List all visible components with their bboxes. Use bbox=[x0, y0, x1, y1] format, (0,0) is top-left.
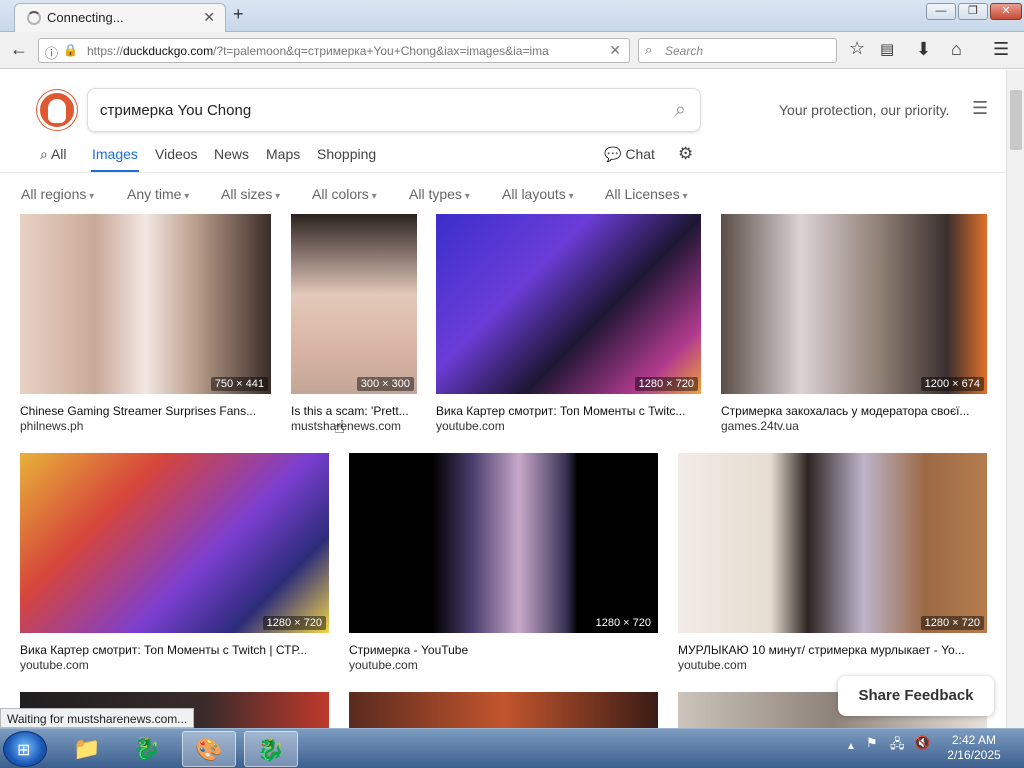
volume-muted-icon[interactable]: 🔇 bbox=[914, 735, 930, 751]
title-bar: Connecting... ✕ + — ❐ ✕ bbox=[0, 0, 1024, 32]
search-placeholder: Search bbox=[665, 44, 704, 58]
chat-icon: 💬 bbox=[604, 146, 622, 162]
result-source[interactable]: philnews.ph bbox=[20, 419, 271, 433]
search-icon: ⌕ bbox=[40, 146, 48, 162]
new-tab-icon[interactable]: + bbox=[233, 4, 244, 25]
image-thumbnail[interactable]: 1280 × 720 bbox=[20, 453, 329, 633]
reading-list-icon[interactable]: ▤ bbox=[880, 40, 894, 58]
image-thumbnail[interactable]: 750 × 441 bbox=[20, 214, 271, 394]
search-bar[interactable]: ⌕ Search bbox=[638, 38, 837, 63]
tab-maps[interactable]: Maps bbox=[266, 146, 300, 162]
url-text[interactable]: https://duckduckgo.com/?t=palemoon&q=стр… bbox=[87, 44, 577, 58]
filter-types[interactable]: All types bbox=[409, 186, 470, 202]
tab-all[interactable]: ⌕ All bbox=[40, 146, 67, 163]
close-window-button[interactable]: ✕ bbox=[990, 3, 1022, 20]
result-title[interactable]: Стримерка закохалась у модератора своєї.… bbox=[721, 404, 987, 418]
magnifier-icon[interactable]: ⌕ bbox=[675, 99, 686, 122]
tab-news[interactable]: News bbox=[214, 146, 249, 162]
image-thumbnail[interactable]: 1200 × 674 bbox=[721, 214, 987, 394]
duckduckgo-logo[interactable] bbox=[37, 90, 77, 130]
result-source[interactable]: games.24tv.ua bbox=[721, 419, 987, 433]
paint-app-icon[interactable]: 🎨 bbox=[182, 731, 236, 767]
tab-chat[interactable]: 💬 Chat bbox=[604, 146, 655, 163]
filter-licenses[interactable]: All Licenses bbox=[605, 186, 688, 202]
browser-tab[interactable]: Connecting... ✕ bbox=[14, 3, 226, 32]
url-bar[interactable]: ⓘ 🔒 https://duckduckgo.com/?t=palemoon&q… bbox=[38, 38, 630, 63]
bookmark-star-icon[interactable]: ☆ bbox=[849, 38, 865, 59]
page-content: стримерка You Chong ⌕ Your protection, o… bbox=[0, 70, 1006, 728]
status-bar: Waiting for mustsharenews.com... bbox=[0, 708, 195, 728]
clock-date: 2/16/2025 bbox=[947, 748, 1001, 762]
start-button[interactable]: ⊞ bbox=[3, 731, 47, 767]
image-thumbnail[interactable]: 1280 × 720 bbox=[436, 214, 701, 394]
filter-colors[interactable]: All colors bbox=[312, 186, 377, 202]
restore-button[interactable]: ❐ bbox=[958, 3, 988, 20]
show-hidden-icons-icon[interactable]: ▲ bbox=[846, 741, 856, 752]
result-title[interactable]: Вика Картер смотрит: Топ Моменты с Twitc… bbox=[436, 404, 701, 418]
share-feedback-button[interactable]: Share Feedback bbox=[838, 676, 994, 716]
result-title[interactable]: МУРЛЫКАЮ 10 минут/ стримерка мурлыкает -… bbox=[678, 643, 987, 657]
search-query[interactable]: стримерка You Chong bbox=[100, 102, 251, 119]
tab-images[interactable]: Images bbox=[92, 146, 138, 162]
result-title[interactable]: Chinese Gaming Streamer Surprises Fans..… bbox=[20, 404, 271, 418]
scrollbar-thumb[interactable] bbox=[1010, 90, 1022, 150]
info-icon[interactable]: ⓘ bbox=[45, 43, 58, 62]
search-box[interactable]: стримерка You Chong ⌕ bbox=[87, 88, 701, 132]
image-thumbnail[interactable]: 1280 × 720 bbox=[678, 453, 987, 633]
flag-icon[interactable]: ⚑ bbox=[866, 735, 878, 751]
image-thumbnail[interactable]: 1280 × 720 bbox=[349, 453, 658, 633]
tagline: Your protection, our priority. bbox=[779, 102, 950, 118]
result-source[interactable]: youtube.com bbox=[349, 658, 658, 672]
result-title[interactable]: Вика Картер смотрит: Топ Моменты с Twitc… bbox=[20, 643, 329, 657]
clock-time: 2:42 AM bbox=[951, 733, 997, 747]
tab-title: Connecting... bbox=[47, 10, 124, 25]
tab-videos[interactable]: Videos bbox=[155, 146, 198, 162]
result-source[interactable]: youtube.com bbox=[20, 658, 329, 672]
hamburger-menu-icon[interactable]: ☰ bbox=[972, 98, 988, 119]
filter-sizes[interactable]: All sizes bbox=[221, 186, 280, 202]
search-icon: ⌕ bbox=[645, 42, 653, 57]
settings-gear-icon[interactable]: ⚙ bbox=[678, 144, 693, 164]
file-explorer-icon[interactable]: 📁 bbox=[60, 731, 114, 767]
network-icon[interactable]: 🖧 bbox=[890, 735, 905, 757]
result-title[interactable]: Is this a scam: 'Prett... bbox=[291, 404, 417, 418]
stop-icon[interactable]: ✕ bbox=[609, 42, 621, 59]
filter-layouts[interactable]: All layouts bbox=[502, 186, 574, 202]
filter-regions[interactable]: All regions bbox=[21, 186, 94, 202]
menu-icon[interactable]: ☰ bbox=[993, 39, 1009, 60]
pale-moon-active-icon[interactable]: 🐉 bbox=[244, 731, 298, 767]
image-thumbnail[interactable] bbox=[349, 692, 658, 728]
filter-time[interactable]: Any time bbox=[127, 186, 189, 202]
clock[interactable]: 2:42 AM 2/16/2025 bbox=[945, 733, 1003, 763]
download-icon[interactable]: ⬇ bbox=[916, 39, 931, 60]
result-source[interactable]: youtube.com bbox=[678, 658, 987, 672]
hand-cursor-icon: ☝ bbox=[334, 417, 345, 437]
result-title[interactable]: Стримерка - YouTube bbox=[349, 643, 658, 657]
divider bbox=[0, 172, 1006, 173]
close-tab-icon[interactable]: ✕ bbox=[203, 9, 215, 26]
result-source[interactable]: mustsharenews.com bbox=[291, 419, 417, 433]
tab-shopping[interactable]: Shopping bbox=[317, 146, 376, 162]
home-icon[interactable]: ⌂ bbox=[951, 39, 962, 60]
result-source[interactable]: youtube.com bbox=[436, 419, 701, 433]
minimize-button[interactable]: — bbox=[926, 3, 956, 20]
windows-logo-icon: ⊞ bbox=[17, 742, 31, 759]
pale-moon-icon[interactable]: 🐉 bbox=[120, 731, 174, 767]
vertical-scrollbar[interactable] bbox=[1006, 70, 1024, 728]
loading-spinner-icon bbox=[27, 11, 41, 25]
taskbar: ⊞ 📁 🐉 🎨 🐉 ▲ ⚑ 🖧 🔇 2:42 AM 2/16/2025 bbox=[0, 728, 1024, 768]
lock-icon: 🔒 bbox=[63, 43, 78, 57]
navigation-bar: ← ⓘ 🔒 https://duckduckgo.com/?t=palemoon… bbox=[0, 32, 1024, 69]
back-icon[interactable]: ← bbox=[10, 39, 28, 60]
image-thumbnail[interactable]: 300 × 300 bbox=[291, 214, 417, 394]
